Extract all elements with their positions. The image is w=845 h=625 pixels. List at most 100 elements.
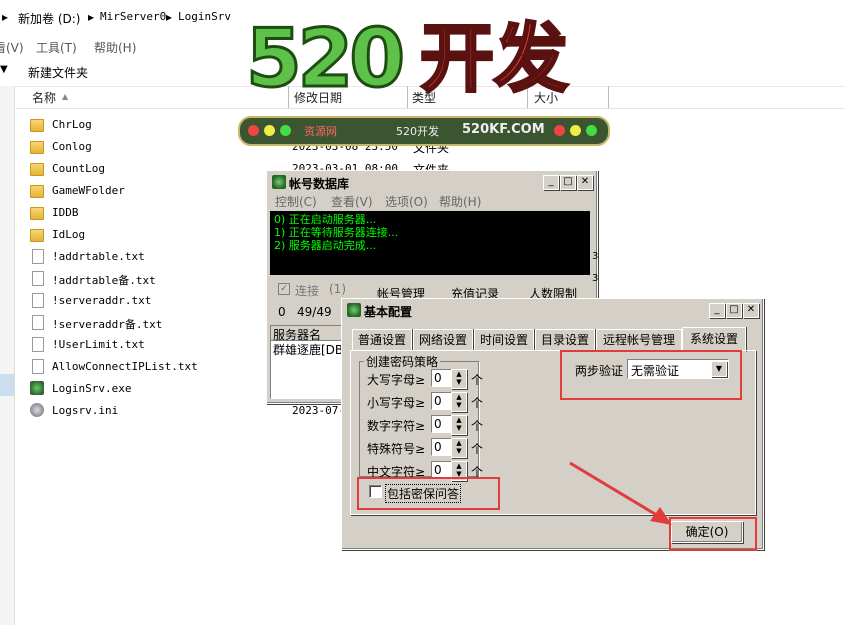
db-menu-view[interactable]: 查看(V) xyxy=(331,193,373,210)
highlight-security-checkbox xyxy=(357,477,500,510)
exe-icon xyxy=(30,381,44,395)
logo-520: 520 xyxy=(245,12,407,105)
file-name: IdLog xyxy=(52,228,86,241)
stepper-down-icon[interactable]: ▼ xyxy=(452,378,466,386)
column-name[interactable]: 名称 xyxy=(32,89,56,106)
rule-input[interactable]: 0 xyxy=(431,392,453,410)
status-count: 49/49 xyxy=(297,305,332,319)
tab-network[interactable]: 网络设置 xyxy=(413,329,473,350)
connect-count: (1) xyxy=(329,282,346,296)
file-name: CountLog xyxy=(52,162,105,175)
rule-input[interactable]: 0 xyxy=(431,415,453,433)
stepper-down-icon[interactable]: ▼ xyxy=(452,424,466,432)
sort-up-icon: ▲ xyxy=(62,92,69,101)
menu-tools[interactable]: 工具(T) xyxy=(36,39,77,56)
text-file-icon xyxy=(32,293,44,308)
side-digit: 3 xyxy=(592,251,599,262)
side-digit: 3 xyxy=(592,273,599,284)
banner-scroll: 资源网 xyxy=(304,125,337,138)
db-title: 帐号数据库 xyxy=(289,177,350,191)
server-list[interactable]: 服务器名 群雄逐鹿[DB xyxy=(270,325,352,399)
folder-icon xyxy=(30,207,44,220)
config-title: 基本配置 xyxy=(364,305,413,319)
rule-unit: 个 xyxy=(471,442,484,456)
file-date: 2023-07- xyxy=(292,404,345,417)
banner-text: 520开发 xyxy=(396,125,439,138)
rule-value: 0 xyxy=(434,371,442,385)
group-title: 创建密码策略 xyxy=(366,355,439,369)
tab-directory[interactable]: 目录设置 xyxy=(535,329,595,350)
close-button[interactable]: ✕ xyxy=(577,175,593,190)
db-menubar: 控制(C) 查看(V) 选项(O) 帮助(H) xyxy=(273,193,593,209)
quantity-stepper[interactable]: ▲ ▼ xyxy=(451,369,467,389)
tab-system[interactable]: 系统设置 xyxy=(682,327,746,352)
file-name: IDDB xyxy=(52,206,79,219)
text-file-icon xyxy=(32,359,44,374)
db-menu-help[interactable]: 帮助(H) xyxy=(439,193,481,210)
watermark-banner: 资源网 520开发 520KF.COM xyxy=(238,116,610,146)
stepper-up-icon[interactable]: ▲ xyxy=(452,439,466,447)
menu-help[interactable]: 帮助(H) xyxy=(94,39,136,56)
server-list-row[interactable]: 群雄逐鹿[DB xyxy=(271,341,351,358)
address-sep: ▸ xyxy=(166,10,173,24)
connect-checkbox[interactable]: ✓ xyxy=(278,283,290,295)
config-tabs: 普通设置 网络设置 时间设置 目录设置 远程帐号管理 系统设置 xyxy=(350,327,754,352)
stepper-down-icon[interactable]: ▼ xyxy=(452,401,466,409)
address-arrow: ▸ xyxy=(2,10,9,24)
chevron-down-icon[interactable]: ▼ xyxy=(0,64,8,75)
server-list-header[interactable]: 服务器名 xyxy=(271,326,351,342)
stepper-up-icon[interactable]: ▲ xyxy=(452,416,466,424)
address-part-drive[interactable]: 新加卷 (D:) xyxy=(18,10,80,27)
address-part-loginsrv[interactable]: LoginSrv xyxy=(178,10,231,23)
db-titlebar[interactable]: 帐号数据库 _ □ ✕ xyxy=(269,173,595,191)
address-part-mirserver[interactable]: MirServer0 xyxy=(100,10,166,23)
tab-general[interactable]: 普通设置 xyxy=(352,329,412,350)
logo-kaifa: 开发 xyxy=(419,15,570,104)
text-file-icon xyxy=(32,337,44,352)
log-line: 1) 正在等待服务器连接... xyxy=(274,226,399,239)
rule-input[interactable]: 0 xyxy=(431,369,453,387)
close-button[interactable]: ✕ xyxy=(743,303,759,318)
nav-selected-item[interactable] xyxy=(0,374,14,396)
red-arrow-icon xyxy=(569,461,672,525)
db-menu-options[interactable]: 选项(O) xyxy=(385,193,428,210)
tab-remote-account[interactable]: 远程帐号管理 xyxy=(596,329,682,350)
stepper-up-icon[interactable]: ▲ xyxy=(452,393,466,401)
folder-icon xyxy=(30,141,44,154)
quantity-stepper[interactable]: ▲ ▼ xyxy=(451,392,467,412)
menu-view[interactable]: 查看(V) xyxy=(0,39,24,56)
rule-unit: 个 xyxy=(471,419,484,433)
tab-time[interactable]: 时间设置 xyxy=(474,329,534,350)
navigation-pane[interactable] xyxy=(0,86,15,625)
rule-unit: 个 xyxy=(471,373,484,387)
stepper-down-icon[interactable]: ▼ xyxy=(452,447,466,455)
app-icon xyxy=(347,303,361,317)
maximize-button[interactable]: □ xyxy=(726,303,742,318)
rule-label: 数字字符≥ xyxy=(367,419,426,433)
file-name: AllowConnectIPList.txt xyxy=(52,360,198,373)
db-menu-control[interactable]: 控制(C) xyxy=(275,193,317,210)
file-name: !addrtable备.txt xyxy=(52,274,156,287)
rule-value: 0 xyxy=(434,394,442,408)
config-titlebar[interactable]: 基本配置 _ □ ✕ xyxy=(344,301,761,319)
quantity-stepper[interactable]: ▲ ▼ xyxy=(451,415,467,435)
file-name: !UserLimit.txt xyxy=(52,338,145,351)
file-name: LoginSrv.exe xyxy=(52,382,132,395)
app-icon xyxy=(272,175,286,189)
quantity-stepper[interactable]: ▲ ▼ xyxy=(451,438,467,458)
new-folder-button[interactable]: 新建文件夹 xyxy=(28,64,88,81)
file-name: !serveraddr.txt xyxy=(52,294,152,307)
rule-value: 0 xyxy=(434,440,442,454)
stepper-up-icon[interactable]: ▲ xyxy=(452,462,466,470)
minimize-button[interactable]: _ xyxy=(543,175,559,190)
stepper-up-icon[interactable]: ▲ xyxy=(452,370,466,378)
settings-file-icon xyxy=(30,403,44,417)
rule-input[interactable]: 0 xyxy=(431,438,453,456)
minimize-button[interactable]: _ xyxy=(709,303,725,318)
text-file-icon xyxy=(32,315,44,330)
maximize-button[interactable]: □ xyxy=(560,175,576,190)
highlight-two-step xyxy=(560,350,742,400)
highlight-ok-button xyxy=(669,517,757,551)
banner-url: 520KF.COM xyxy=(462,122,545,137)
folder-icon xyxy=(30,163,44,176)
